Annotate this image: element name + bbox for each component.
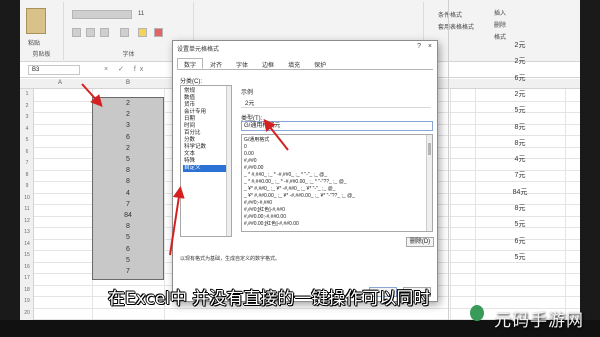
excel-window: 粘贴 剪贴板 11 字体 条件格式 套用表格格式 插入 删除 格式 B3 × ✓…	[20, 0, 580, 320]
video-caption: 在Excel中 并没有直接的一键操作可以同时	[108, 289, 431, 309]
annotation-arrows	[81, 83, 289, 256]
arrow-to-custom-category	[169, 186, 185, 256]
arrow-to-cells	[81, 83, 103, 107]
watermark-text: 元码手游网	[494, 311, 584, 331]
watermark-logo-icon	[470, 305, 484, 321]
arrow-to-type-input	[263, 118, 289, 151]
